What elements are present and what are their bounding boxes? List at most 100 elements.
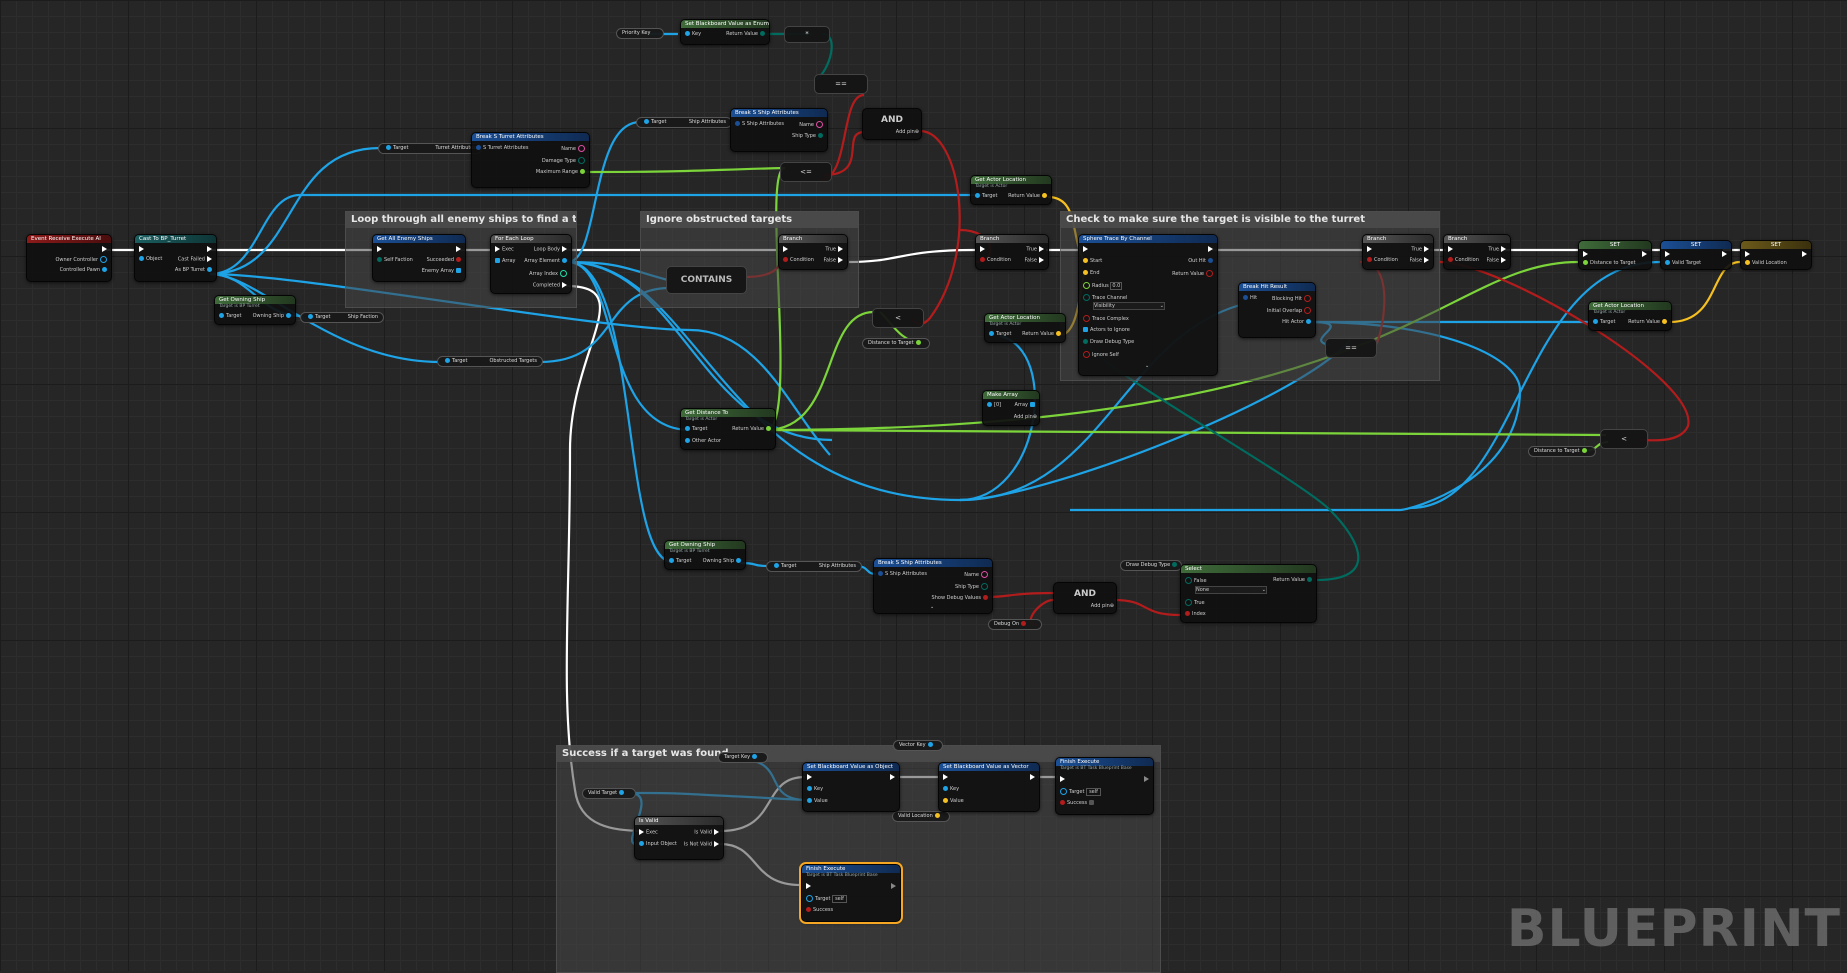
name-pin[interactable] [816,121,823,128]
struct-pin[interactable] [476,145,481,150]
exec-out-pin[interactable] [1039,246,1044,252]
finish-execute-node[interactable]: Finish Execute Target is BT Task Bluepri… [1055,757,1154,815]
object-pin[interactable] [989,331,994,336]
byte-pin[interactable] [578,157,585,164]
object-pin[interactable] [685,426,690,431]
boolean-pin[interactable] [980,257,985,262]
float-pin[interactable] [1083,282,1090,289]
vector-pin[interactable] [1083,270,1088,275]
exec-in-pin[interactable] [943,774,948,780]
object-pin[interactable] [987,402,992,407]
object-pin[interactable] [1665,260,1670,265]
boolean-pin[interactable] [1060,800,1065,805]
boolean-pin[interactable] [1367,257,1372,262]
branch-node[interactable]: Branch True Condition False [778,234,848,270]
object-pin[interactable] [139,256,144,261]
exec-out-pin[interactable] [562,246,567,252]
struct-pin[interactable] [807,786,812,791]
branch-node[interactable]: Branch True Condition False [1443,234,1511,270]
vector-pin[interactable] [1662,319,1667,324]
get-distance-to-node[interactable]: Get Distance To Target is Actor Target R… [680,408,776,450]
add-pin-button[interactable]: Add pin [896,129,915,135]
array-pin[interactable] [1030,402,1035,407]
boolean-pin[interactable] [456,257,461,262]
object-pin[interactable] [619,790,625,795]
sphere-trace-by-channel-node[interactable]: Sphere Trace By Channel Start Out Hit En… [1078,234,1218,376]
boolean-pin[interactable] [1083,351,1090,358]
exec-out-pin[interactable] [1424,246,1429,252]
set-valid-target-node[interactable]: SET Valid Target [1660,240,1732,270]
exec-out-pin[interactable] [890,774,895,780]
object-pin[interactable] [806,895,813,902]
exec-out-pin[interactable] [1208,246,1213,252]
vector-pin[interactable] [943,798,948,803]
boolean-pin[interactable] [1206,270,1213,277]
exec-out-pin[interactable] [207,246,212,252]
float-pin[interactable] [580,169,585,174]
debug-on-getter[interactable]: Debug On [988,619,1042,630]
break-turret-attributes-node[interactable]: Break S Turret Attributes S Turret Attri… [471,132,590,188]
exec-out-pin[interactable] [1501,257,1506,263]
object-pin[interactable] [1593,319,1598,324]
boolean-pin[interactable] [1021,621,1027,626]
exec-out-pin[interactable] [1722,251,1727,257]
exec-in-pin[interactable] [1583,251,1588,257]
get-all-enemy-ships-node[interactable]: Get All Enemy Ships Self Faction Succeed… [372,234,466,282]
float-pin[interactable] [1583,260,1588,265]
make-array-node[interactable]: Make Array [0] Array Add pin⊕ [982,390,1040,426]
vector-pin[interactable] [1745,260,1750,265]
add-pin-button[interactable]: Add pin [1091,603,1110,609]
branch-node[interactable]: Branch True Condition False [975,234,1049,270]
distance-to-target-getter[interactable]: Distance to Target [862,338,930,349]
draw-debug-type-getter[interactable]: Draw Debug Type [1120,560,1182,571]
array-pin[interactable] [495,258,500,263]
and-boolean-node[interactable]: AND Add pin⊕ [862,108,922,140]
set-distance-to-target-node[interactable]: SET Distance to Target [1578,240,1652,270]
exec-in-pin[interactable] [1083,246,1088,252]
exec-out-pin[interactable] [838,246,843,252]
priority-key-getter[interactable]: Priority Key [616,28,664,39]
struct-pin[interactable] [735,121,740,126]
get-actor-location-node[interactable]: Get Actor Location Target is Actor Targe… [984,313,1066,343]
struct-pin[interactable] [685,31,690,36]
object-pin[interactable] [102,267,107,272]
exec-out-pin[interactable] [456,246,461,252]
valid-target-getter[interactable]: Valid Target [582,788,636,799]
exec-out-pin[interactable] [1039,257,1044,263]
object-pin[interactable] [286,313,291,318]
array-contains-node[interactable]: CONTAINS [666,266,747,294]
equal-node[interactable]: == [1325,338,1377,358]
object-pin[interactable] [807,798,812,803]
event-receive-execute-ai-node[interactable]: Event Receive Execute AI Owner Controlle… [26,234,112,282]
float-pin[interactable] [766,426,771,431]
byte-pin[interactable] [760,31,765,36]
get-owning-ship-node[interactable]: Get Owning Ship Target is BP Turret Targ… [664,540,746,570]
finish-execute-node[interactable]: Finish Execute Target is BT Task Bluepri… [799,862,903,924]
ship-faction-getter[interactable]: Target Ship Faction [300,312,384,323]
boolean-pin[interactable] [806,907,811,912]
object-pin[interactable] [1060,788,1067,795]
break-hit-result-node[interactable]: Break Hit Result Hit Blocking Hit Initia… [1238,282,1316,338]
trace-channel-dropdown[interactable]: Visibility [1094,303,1115,309]
exec-in-pin[interactable] [783,246,788,252]
exec-in-pin[interactable] [1060,776,1065,782]
struct-pin[interactable] [1208,258,1213,263]
object-pin[interactable] [219,313,224,318]
exec-in-pin[interactable] [639,829,644,835]
set-blackboard-value-as-vector-node[interactable]: Set Blackboard Value as Vector Key Value [938,762,1040,812]
select-dropdown[interactable]: None [1196,587,1209,593]
less-than-node[interactable]: < [1600,429,1648,449]
byte-pin[interactable] [1083,294,1090,301]
int-pin[interactable] [560,270,567,277]
object-pin[interactable] [644,119,649,124]
exec-out-pin[interactable] [1030,774,1035,780]
exec-out-pin[interactable] [1424,257,1429,263]
struct-pin[interactable] [878,571,883,576]
boolean-pin[interactable] [1304,295,1311,302]
set-blackboard-value-as-object-node[interactable]: Set Blackboard Value as Object Key Value [802,762,900,812]
multiply-node[interactable]: * [784,26,830,43]
object-pin[interactable] [386,145,391,150]
float-pin[interactable] [915,340,921,345]
exec-out-pin[interactable] [714,841,719,847]
exec-out-pin[interactable] [1642,251,1647,257]
